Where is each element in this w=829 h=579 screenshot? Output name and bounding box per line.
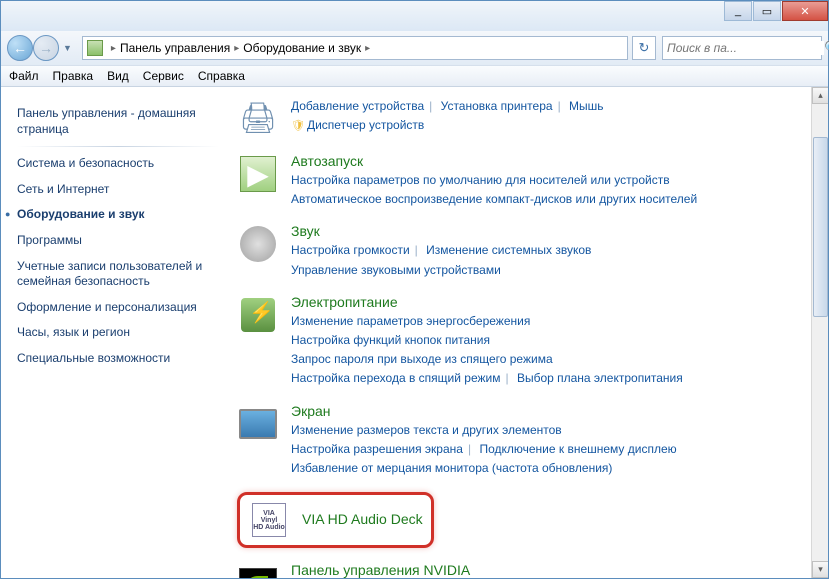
power-title[interactable]: Электропитание	[291, 294, 810, 310]
link-mouse[interactable]: Мышь	[569, 99, 604, 113]
search-icon[interactable]: 🔍	[824, 40, 829, 56]
link-resolution[interactable]: Настройка разрешения экрана	[291, 442, 463, 456]
main-content: 🖨 Добавление устройства| Установка принт…	[227, 87, 828, 578]
refresh-button[interactable]: ↻	[632, 36, 656, 60]
titlebar: _ ▭ ✕	[1, 1, 828, 31]
minimize-button[interactable]: _	[724, 1, 752, 21]
breadcrumb-sep-icon: ▸	[365, 43, 370, 54]
autoplay-title[interactable]: Автозапуск	[291, 153, 810, 169]
sidebar-accessibility[interactable]: Специальные возможности	[17, 346, 219, 372]
link-external-display[interactable]: Подключение к внешнему дисплею	[479, 442, 676, 456]
link-audio-devices[interactable]: Управление звуковыми устройствами	[291, 263, 501, 277]
link-system-sounds[interactable]: Изменение системных звуков	[426, 243, 591, 257]
category-autoplay: ▶ Автозапуск Настройка параметров по умо…	[237, 153, 810, 209]
sidebar: Панель управления - домашняя страница Си…	[1, 87, 227, 578]
link-install-printer[interactable]: Установка принтера	[441, 99, 553, 113]
category-screen: Экран Изменение размеров текста и других…	[237, 403, 810, 479]
menu-file[interactable]: Файл	[9, 69, 39, 83]
link-refresh-rate[interactable]: Избавление от мерцания монитора (частота…	[291, 461, 612, 475]
via-audio-deck-title[interactable]: VIA HD Audio Deck	[302, 511, 423, 527]
sidebar-clock-language[interactable]: Часы, язык и регион	[17, 320, 219, 346]
search-box[interactable]: 🔍	[662, 36, 822, 60]
link-password-wakeup[interactable]: Запрос пароля при выходе из спящего режи…	[291, 352, 553, 366]
menu-tools[interactable]: Сервис	[143, 69, 184, 83]
sidebar-home[interactable]: Панель управления - домашняя страница	[17, 101, 219, 142]
scroll-down-button[interactable]: ▾	[812, 561, 828, 578]
sound-icon	[237, 223, 279, 265]
link-power-settings[interactable]: Изменение параметров энергосбережения	[291, 314, 530, 328]
sound-title[interactable]: Звук	[291, 223, 810, 239]
scroll-up-button[interactable]: ▴	[812, 87, 828, 104]
category-devices: 🖨 Добавление устройства| Установка принт…	[237, 97, 810, 139]
scrollbar[interactable]: ▴ ▾	[811, 87, 828, 578]
link-volume[interactable]: Настройка громкости	[291, 243, 410, 257]
scroll-thumb[interactable]	[813, 137, 828, 317]
link-power-plan[interactable]: Выбор плана электропитания	[517, 371, 683, 385]
search-input[interactable]	[667, 41, 824, 55]
link-sleep-settings[interactable]: Настройка перехода в спящий режим	[291, 371, 500, 385]
forward-button[interactable]: →	[33, 35, 59, 61]
nvidia-icon	[237, 562, 279, 578]
autoplay-icon: ▶	[237, 153, 279, 195]
sidebar-appearance[interactable]: Оформление и персонализация	[17, 295, 219, 321]
address-bar[interactable]: ▸ Панель управления ▸ Оборудование и зву…	[82, 36, 628, 60]
back-button[interactable]: ←	[7, 35, 33, 61]
sidebar-system-security[interactable]: Система и безопасность	[17, 151, 219, 177]
category-power: Электропитание Изменение параметров энер…	[237, 294, 810, 389]
highlight-box: VIAVinylHD Audio VIA HD Audio Deck	[237, 492, 434, 548]
devices-icon: 🖨	[237, 97, 279, 139]
sidebar-hardware-sound[interactable]: Оборудование и звук	[17, 202, 219, 228]
shield-icon: 🛡	[291, 120, 305, 132]
screen-icon	[237, 403, 279, 445]
breadcrumb-sep-icon: ▸	[234, 43, 239, 54]
link-autoplay-defaults[interactable]: Настройка параметров по умолчанию для но…	[291, 173, 670, 187]
link-power-buttons[interactable]: Настройка функций кнопок питания	[291, 333, 490, 347]
breadcrumb-sep-icon: ▸	[111, 43, 116, 54]
via-icon: VIAVinylHD Audio	[248, 499, 290, 541]
breadcrumb-control-panel[interactable]: Панель управления	[120, 41, 230, 55]
power-icon	[237, 294, 279, 336]
menu-help[interactable]: Справка	[198, 69, 245, 83]
breadcrumb-hardware-sound[interactable]: Оборудование и звук	[243, 41, 361, 55]
link-autoplay-cd[interactable]: Автоматическое воспроизведение компакт-д…	[291, 192, 697, 206]
menubar: Файл Правка Вид Сервис Справка	[1, 65, 828, 87]
nvidia-title[interactable]: Панель управления NVIDIA	[291, 562, 810, 578]
menu-view[interactable]: Вид	[107, 69, 129, 83]
sidebar-programs[interactable]: Программы	[17, 228, 219, 254]
menu-edit[interactable]: Правка	[53, 69, 94, 83]
screen-title[interactable]: Экран	[291, 403, 810, 419]
sidebar-divider	[17, 146, 219, 147]
sidebar-user-accounts[interactable]: Учетные записи пользователей и семейная …	[17, 254, 219, 295]
category-sound: Звук Настройка громкости| Изменение сист…	[237, 223, 810, 279]
link-add-device[interactable]: Добавление устройства	[291, 99, 424, 113]
sidebar-network-internet[interactable]: Сеть и Интернет	[17, 177, 219, 203]
link-text-size[interactable]: Изменение размеров текста и других элеме…	[291, 423, 562, 437]
category-nvidia: Панель управления NVIDIA	[237, 562, 810, 578]
maximize-button[interactable]: ▭	[753, 1, 781, 21]
address-icon	[87, 40, 103, 56]
history-dropdown-icon[interactable]: ▼	[63, 43, 72, 53]
navbar: ← → ▼ ▸ Панель управления ▸ Оборудование…	[1, 31, 828, 65]
close-button[interactable]: ✕	[782, 1, 828, 21]
link-device-manager[interactable]: Диспетчер устройств	[307, 118, 424, 132]
